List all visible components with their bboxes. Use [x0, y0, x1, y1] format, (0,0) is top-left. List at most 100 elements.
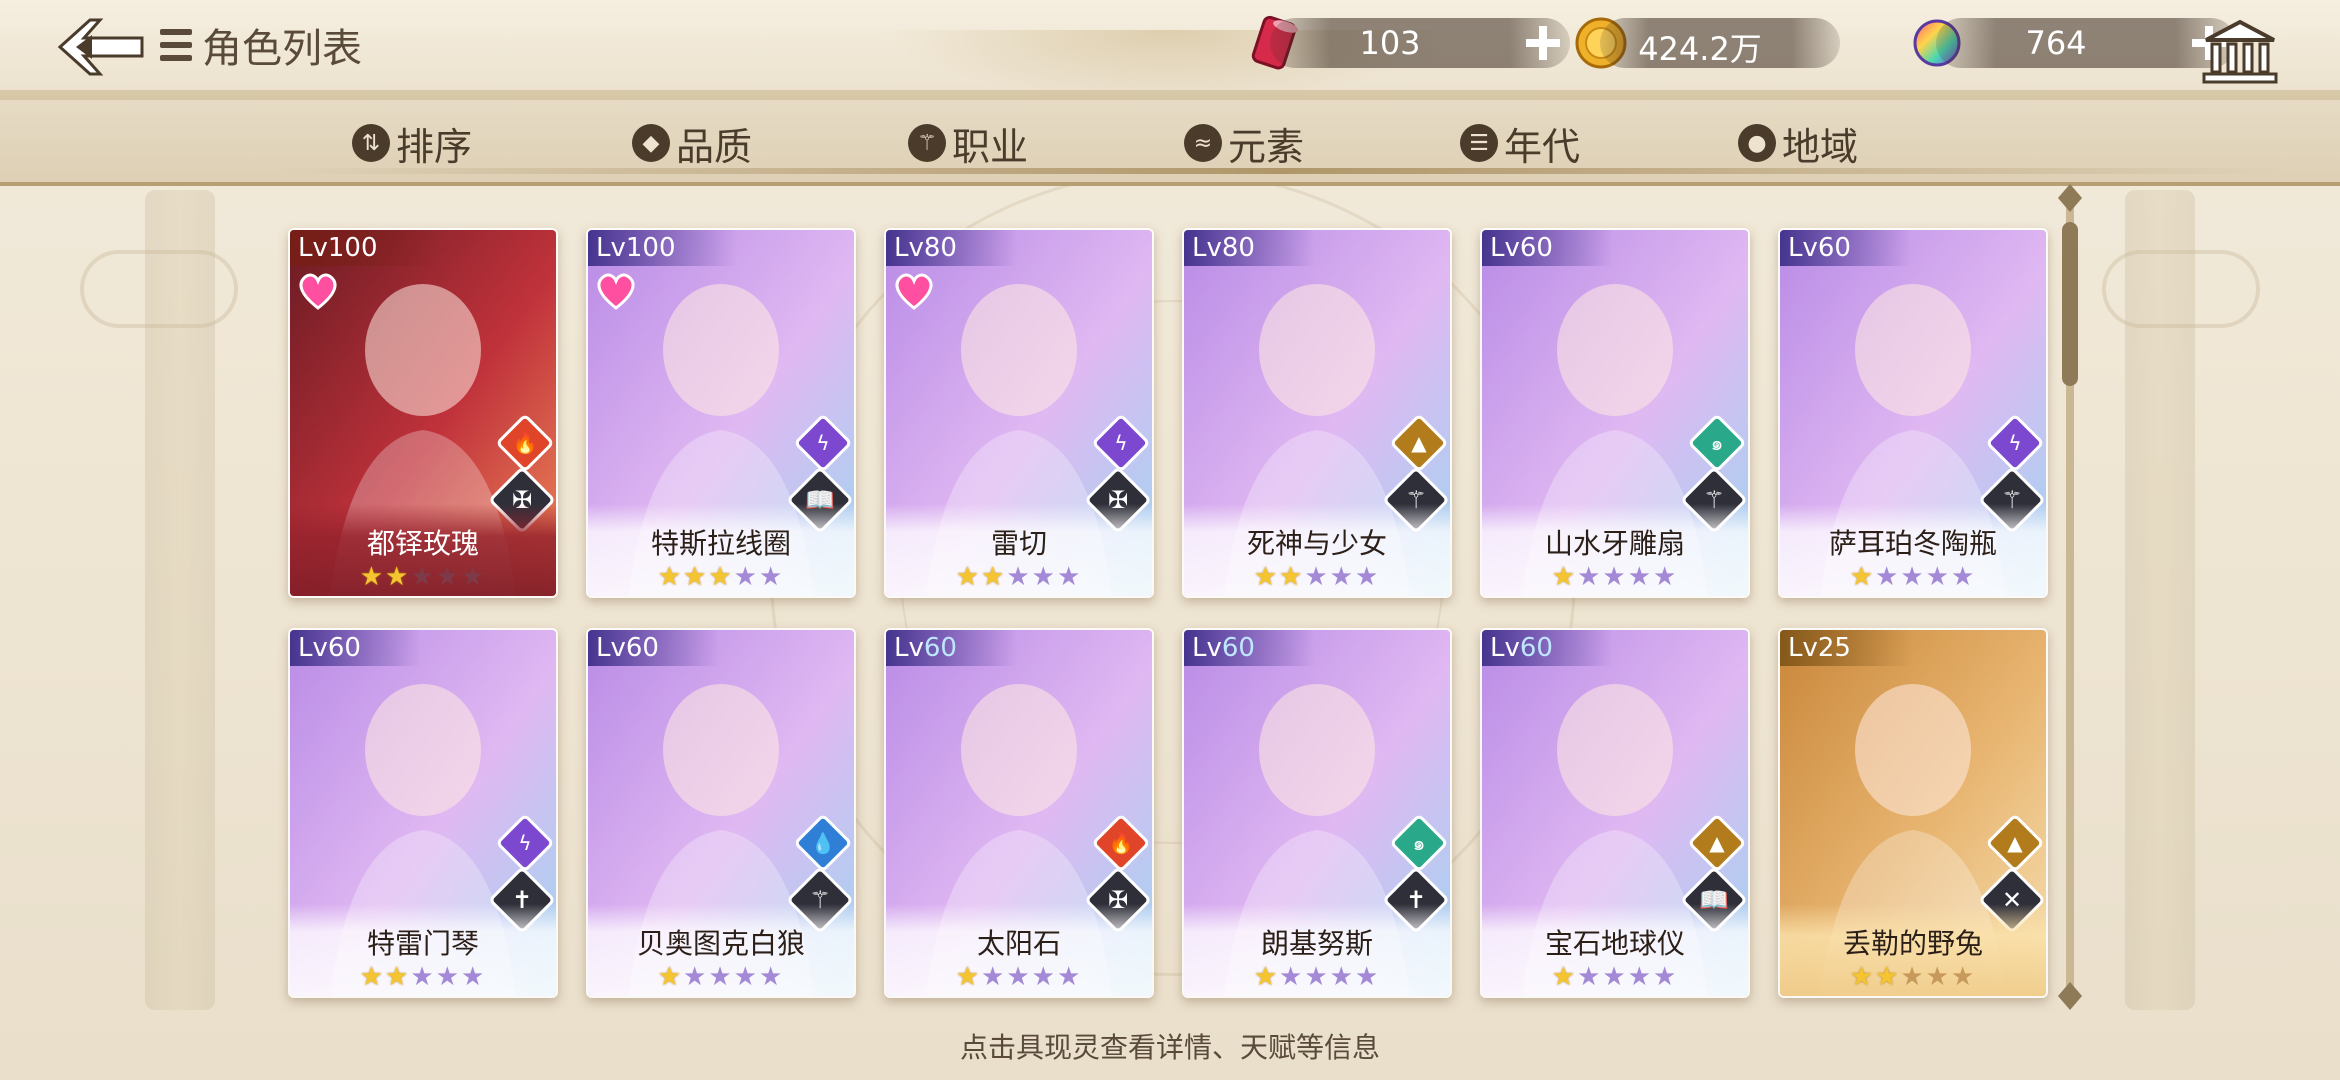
star-filled-icon: ★: [1551, 562, 1578, 592]
character-name: 萨耳珀冬陶瓶: [1828, 527, 1997, 560]
character-name: 太阳石: [976, 927, 1061, 960]
star-empty-icon: ★: [758, 562, 785, 592]
filter-element-label: 元素: [1228, 124, 1305, 169]
star-filled-icon: ★: [1253, 962, 1280, 992]
gem-counter: 764: [1936, 18, 2236, 68]
star-empty-icon: ★: [460, 962, 487, 992]
star-empty-icon: ★: [435, 562, 461, 592]
level-number: 25: [1817, 633, 1851, 663]
level-badge: Lv60: [1482, 230, 1613, 266]
star-rating: ★★★★★: [1184, 562, 1450, 592]
filter-quality-label: 品质: [676, 124, 753, 169]
filter-era-label: 年代: [1504, 124, 1581, 169]
favorite-heart-icon: [299, 273, 337, 310]
level-badge: Lv25: [1780, 630, 1911, 666]
star-empty-icon: ★: [1900, 562, 1926, 592]
star-empty-icon: ★: [758, 962, 785, 992]
star-empty-icon: ★: [1652, 962, 1679, 992]
star-filled-icon: ★: [385, 962, 411, 992]
star-filled-icon: ★: [385, 562, 411, 592]
star-filled-icon: ★: [1849, 962, 1876, 992]
character-card[interactable]: Lv60 ϟ ✝ 特雷门琴 ★★★★★: [288, 628, 558, 998]
star-empty-icon: ★: [1329, 562, 1355, 592]
level-prefix: Lv: [596, 233, 626, 263]
filter-region[interactable]: ● 地域: [1738, 118, 1859, 169]
scrollbar-thumb[interactable]: [2062, 222, 2078, 386]
level-number: 80: [923, 233, 957, 263]
level-prefix: Lv: [1490, 633, 1520, 663]
level-number: 80: [1221, 233, 1255, 263]
level-number: 60: [625, 633, 659, 663]
level-prefix: Lv: [1192, 633, 1222, 663]
character-card[interactable]: Lv60 🔥 ✠ 太阳石 ★★★★★: [884, 628, 1154, 998]
character-name: 死神与少女: [1246, 527, 1387, 560]
filter-quality[interactable]: ◆ 品质: [632, 118, 753, 169]
back-arrow-icon[interactable]: [56, 14, 148, 80]
level-badge: Lv60: [1482, 630, 1613, 666]
star-empty-icon: ★: [1925, 962, 1951, 992]
character-card[interactable]: Lv80 ▲ ⚚ 死神与少女 ★★★★★: [1182, 228, 1452, 598]
star-empty-icon: ★: [1900, 962, 1926, 992]
star-filled-icon: ★: [657, 962, 684, 992]
character-card[interactable]: Lv60 ▲ 📖 宝石地球仪 ★★★★★: [1480, 628, 1750, 998]
right-scroll-ornament: [2102, 250, 2260, 328]
star-empty-icon: ★: [1627, 562, 1653, 592]
character-card[interactable]: Lv60 ๑ ⚚ 山水牙雕扇 ★★★★★: [1480, 228, 1750, 598]
level-number: 60: [1221, 633, 1255, 663]
star-empty-icon: ★: [410, 562, 436, 592]
level-badge: Lv100: [290, 230, 438, 266]
star-empty-icon: ★: [1602, 962, 1628, 992]
level-number: 60: [1519, 633, 1553, 663]
stamina-counter: 103: [1270, 18, 1570, 68]
character-name: 山水牙雕扇: [1544, 527, 1685, 560]
star-empty-icon: ★: [460, 562, 487, 592]
star-filled-icon: ★: [683, 562, 709, 592]
star-empty-icon: ★: [1279, 962, 1305, 992]
character-name: 特斯拉线圈: [650, 527, 791, 560]
level-number: 60: [1519, 233, 1553, 263]
star-rating: ★★★★★: [290, 562, 556, 592]
level-prefix: Lv: [298, 233, 328, 263]
page-title: 角色列表: [160, 20, 362, 72]
element-icon: ≈: [1184, 124, 1222, 162]
level-badge: Lv80: [1184, 230, 1315, 266]
star-empty-icon: ★: [1031, 562, 1057, 592]
character-card[interactable]: Lv25 ▲ ✕ 丢勒的野兔 ★★★★★: [1778, 628, 2048, 998]
sort-icon: ⇅: [352, 124, 390, 162]
level-prefix: Lv: [1490, 233, 1520, 263]
bank-icon[interactable]: [2200, 18, 2280, 84]
character-name: 都铎玫瑰: [366, 527, 479, 560]
character-card[interactable]: Lv100 🔥 ✠ 都铎玫瑰 ★★★★★: [288, 228, 558, 598]
gem-value: 764: [2025, 24, 2087, 62]
star-filled-icon: ★: [1849, 562, 1876, 592]
level-badge: Lv60: [1184, 630, 1315, 666]
character-card[interactable]: Lv60 ϟ ⚚ 萨耳珀冬陶瓶 ★★★★★: [1778, 228, 2048, 598]
filter-era[interactable]: ☰ 年代: [1460, 118, 1581, 169]
star-rating: ★★★★★: [1780, 562, 2046, 592]
star-filled-icon: ★: [955, 562, 982, 592]
quality-icon: ◆: [632, 124, 670, 162]
star-empty-icon: ★: [1006, 562, 1032, 592]
star-empty-icon: ★: [708, 962, 734, 992]
star-empty-icon: ★: [1354, 562, 1381, 592]
character-card[interactable]: Lv100 ϟ 📖 特斯拉线圈 ★★★★★: [586, 228, 856, 598]
level-badge: Lv60: [886, 630, 1017, 666]
star-empty-icon: ★: [1652, 562, 1679, 592]
level-prefix: Lv: [596, 633, 626, 663]
star-rating: ★★★★★: [1184, 962, 1450, 992]
star-empty-icon: ★: [1304, 562, 1330, 592]
character-card[interactable]: Lv60 ๑ ✝ 朗基努斯 ★★★★★: [1182, 628, 1452, 998]
filter-sort-label: 排序: [396, 124, 473, 169]
star-rating: ★★★★★: [1482, 962, 1748, 992]
filter-class[interactable]: ⚚ 职业: [908, 118, 1028, 169]
add-stamina-button[interactable]: [1522, 22, 1564, 64]
level-number: 100: [625, 233, 676, 263]
character-card[interactable]: Lv80 ϟ ✠ 雷切 ★★★★★: [884, 228, 1154, 598]
filter-region-label: 地域: [1782, 124, 1859, 169]
star-empty-icon: ★: [683, 962, 709, 992]
favorite-heart-icon: [597, 273, 635, 310]
star-empty-icon: ★: [1925, 562, 1951, 592]
filter-sort[interactable]: ⇅ 排序: [352, 118, 473, 169]
character-card[interactable]: Lv60 💧 ⚚ 贝奥图克白狼 ★★★★★: [586, 628, 856, 998]
filter-element[interactable]: ≈ 元素: [1184, 118, 1305, 169]
